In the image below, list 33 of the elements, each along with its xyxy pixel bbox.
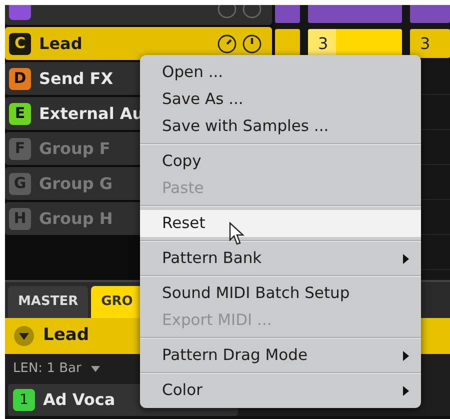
group-letter: E bbox=[9, 102, 31, 124]
group-name: Group H bbox=[39, 208, 113, 230]
group-letter: D bbox=[9, 68, 31, 90]
sound-name: Ad Voca bbox=[43, 389, 116, 411]
submenu-arrow-icon bbox=[403, 350, 409, 360]
group-letter: H bbox=[9, 208, 31, 230]
group-letter: F bbox=[9, 138, 31, 160]
pattern-cell[interactable]: 3 bbox=[308, 29, 402, 58]
expand-icon[interactable] bbox=[13, 325, 35, 347]
knob-icon[interactable] bbox=[242, 34, 262, 54]
menu-item[interactable]: Sound MIDI Batch Setup bbox=[140, 280, 421, 307]
submenu-arrow-icon bbox=[403, 386, 409, 396]
pattern-cell[interactable] bbox=[275, 29, 300, 58]
cursor-icon bbox=[229, 222, 245, 246]
length-label[interactable]: LEN: 1 Bar bbox=[13, 359, 82, 379]
sound-group-name: Lead bbox=[43, 324, 90, 348]
group-row[interactable]: C Lead bbox=[5, 27, 272, 60]
pattern-cell[interactable]: 3 bbox=[410, 29, 450, 58]
group-name: Send FX bbox=[39, 68, 114, 90]
submenu-arrow-icon bbox=[403, 254, 409, 264]
menu-item[interactable]: Pattern Drag Mode bbox=[140, 342, 421, 369]
tab[interactable]: MASTER bbox=[8, 286, 88, 318]
group-name: Lead bbox=[39, 32, 82, 54]
group-letter: C bbox=[9, 32, 31, 54]
tab[interactable]: GRO bbox=[91, 286, 143, 318]
dropdown-icon[interactable] bbox=[91, 366, 100, 372]
menu-item[interactable]: Reset bbox=[140, 210, 421, 237]
knob-icon[interactable] bbox=[217, 34, 237, 54]
menu-item[interactable]: Pattern Bank bbox=[140, 245, 421, 272]
sound-number: 1 bbox=[13, 389, 35, 411]
group-name: Group G bbox=[39, 172, 113, 194]
group-name: Group F bbox=[39, 138, 110, 160]
group-letter: G bbox=[9, 172, 31, 194]
